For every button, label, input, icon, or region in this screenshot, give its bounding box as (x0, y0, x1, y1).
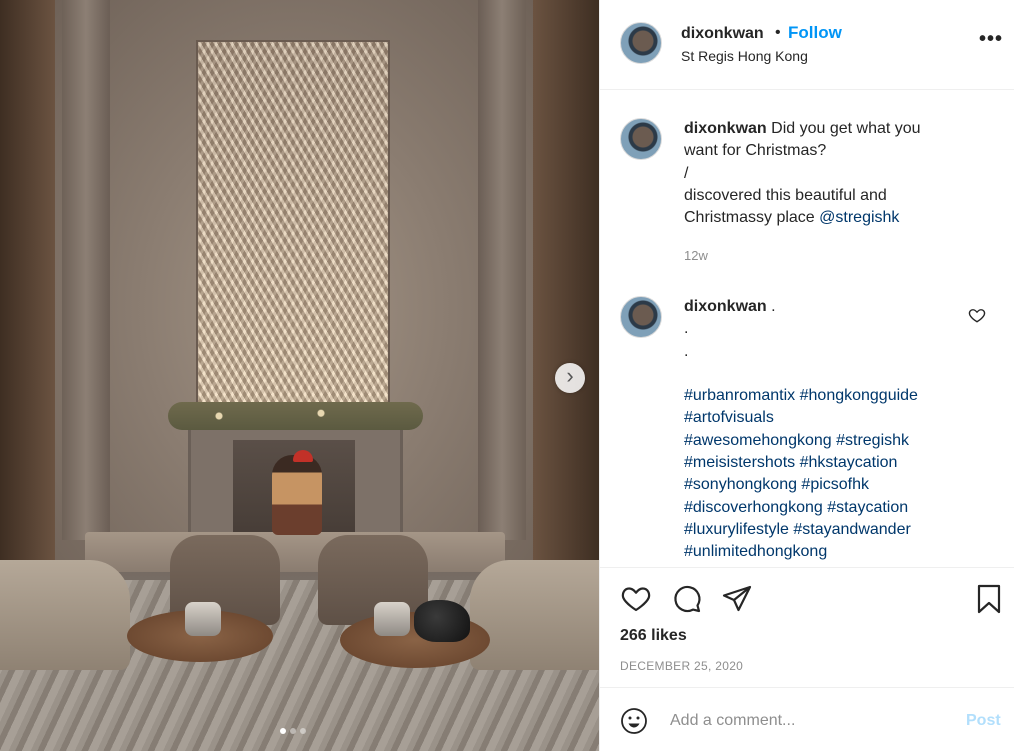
hashtag-line[interactable]: #luxurylifestyle #stayandwander (684, 519, 974, 541)
like-count[interactable]: 266 likes (620, 627, 687, 645)
hashtag-line[interactable]: #discoverhongkong #staycation (684, 497, 974, 519)
photo-wall-right (533, 0, 599, 600)
hashtag-line[interactable]: #sonyhongkong #picsofhk (684, 474, 974, 496)
emoji-icon[interactable] (620, 707, 648, 735)
comment-dot-line: . (684, 320, 689, 338)
post-side-panel: dixonkwan • Follow St Regis Hong Kong ••… (599, 0, 1014, 751)
post-photo[interactable]: › (0, 0, 599, 751)
photo-bench (85, 532, 505, 572)
carousel-dot (290, 728, 296, 734)
caption-text: dixonkwan Did you get what you want for … (684, 118, 974, 229)
caption-username[interactable]: dixonkwan (684, 120, 767, 137)
photo-sofa-left (0, 560, 130, 670)
heart-icon[interactable] (620, 583, 652, 615)
comment-input[interactable] (670, 710, 950, 732)
caption-timestamp[interactable]: 12w (684, 248, 708, 263)
post-comment-button[interactable]: Post (966, 712, 1001, 730)
hashtag-line[interactable]: #artofvisuals (684, 407, 974, 429)
hashtag-line[interactable]: #meisistershots #hkstaycation (684, 452, 974, 474)
avatar[interactable] (620, 118, 662, 160)
caption-line: discovered this beautiful and (684, 186, 887, 204)
share-icon[interactable] (721, 583, 753, 615)
caption-line: Did you get what you (771, 120, 921, 137)
photo-vase-right (374, 602, 410, 636)
photo-sculpture (414, 600, 470, 642)
location-link[interactable]: St Regis Hong Kong (681, 48, 808, 64)
hashtag-line[interactable]: #urbanromantix #hongkongguide (684, 385, 974, 407)
avatar[interactable] (620, 22, 662, 64)
post-date: DECEMBER 25, 2020 (620, 659, 744, 673)
mention-link[interactable]: @stregishk (819, 209, 899, 226)
photo-garland (168, 402, 423, 430)
photo-wall-left (0, 0, 55, 600)
comment-heart-icon[interactable] (968, 306, 986, 324)
photo-pillar-right (478, 0, 526, 540)
comment-text: dixonkwan . . . #urbanromantix #hongkong… (684, 296, 974, 564)
carousel-dot (300, 728, 306, 734)
caption-line: want for Christmas? (684, 142, 827, 160)
comment-username[interactable]: dixonkwan (684, 298, 767, 315)
author-username[interactable]: dixonkwan (681, 25, 764, 43)
action-bar: 266 likes DECEMBER 25, 2020 (600, 567, 1014, 687)
comment-first-text: . (766, 298, 776, 315)
more-icon[interactable]: ••• (979, 28, 1003, 51)
hashtag-line[interactable]: #awesomehongkong #stregishk (684, 430, 974, 452)
comment-icon[interactable] (671, 583, 703, 615)
add-comment-bar: Post (600, 687, 1014, 751)
carousel-dot (280, 728, 286, 734)
photo-person (272, 455, 322, 535)
avatar[interactable] (620, 296, 662, 338)
bookmark-icon[interactable] (973, 583, 1005, 615)
caption-line: Christmassy place (684, 209, 820, 227)
photo-sofa-right (470, 560, 599, 670)
follow-button[interactable]: Follow (788, 23, 842, 43)
carousel-dots (280, 728, 306, 734)
header-separator: • (775, 24, 781, 41)
comment-dot-line: . (684, 342, 689, 360)
photo-pillar-left (62, 0, 110, 540)
caption-line: / (684, 164, 689, 182)
photo-vase-left (185, 602, 221, 636)
chevron-right-icon[interactable]: › (555, 363, 585, 393)
post-header: dixonkwan • Follow St Regis Hong Kong ••… (600, 0, 1014, 90)
hashtag-line[interactable]: #unlimitedhongkong (684, 541, 974, 563)
photo-woven-panel (196, 40, 390, 410)
